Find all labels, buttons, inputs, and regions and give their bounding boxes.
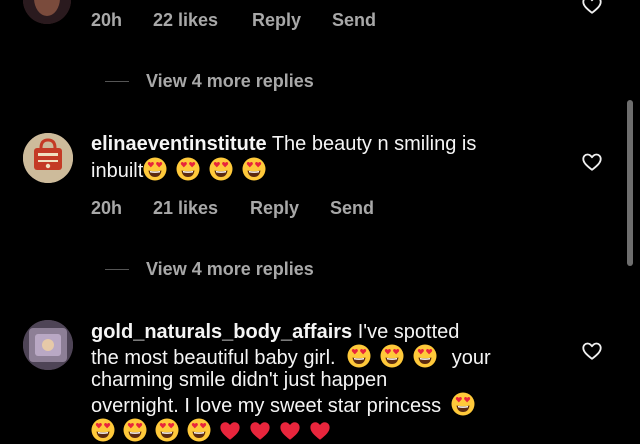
red-heart-icon bbox=[309, 420, 331, 442]
send-button[interactable]: Send bbox=[330, 198, 374, 219]
avatar[interactable] bbox=[23, 320, 73, 370]
comment-likes[interactable]: 22 likes bbox=[153, 10, 218, 31]
view-replies-button[interactable]: View 4 more replies bbox=[105, 71, 365, 93]
comment-text: I've spotted bbox=[357, 321, 460, 343]
heart-eyes-emoji-icon bbox=[242, 157, 266, 181]
red-heart-icon bbox=[249, 420, 271, 442]
comment-text: overnight. I love my sweet star princess bbox=[91, 395, 442, 417]
view-replies-label: View 4 more replies bbox=[146, 259, 314, 279]
red-heart-icon bbox=[219, 420, 241, 442]
avatar-photo bbox=[23, 0, 71, 24]
heart-eyes-emoji-icon bbox=[123, 418, 147, 442]
comment-text: your bbox=[451, 347, 491, 369]
view-replies-button[interactable]: View 4 more replies bbox=[105, 259, 365, 281]
avatar[interactable] bbox=[23, 133, 73, 183]
heart-outline-icon[interactable] bbox=[581, 151, 603, 173]
thread-line bbox=[105, 269, 129, 270]
heart-eyes-emoji-icon bbox=[143, 157, 167, 181]
comment-body: elinaeventinstitute The beauty n smiling… bbox=[91, 132, 561, 183]
avatar-logo bbox=[23, 133, 73, 183]
heart-eyes-emoji-icon bbox=[451, 392, 475, 416]
avatar[interactable] bbox=[23, 0, 71, 24]
comment-username[interactable]: elinaeventinstitute bbox=[91, 133, 267, 155]
reply-button[interactable]: Reply bbox=[250, 198, 299, 219]
heart-eyes-emoji-icon bbox=[380, 344, 404, 368]
send-button[interactable]: Send bbox=[332, 10, 376, 31]
comment-time: 20h bbox=[91, 198, 123, 218]
comment-likes[interactable]: 21 likes bbox=[153, 198, 218, 219]
heart-outline-icon[interactable] bbox=[581, 340, 603, 362]
heart-eyes-emoji-icon bbox=[187, 418, 211, 442]
comment-text: The beauty n smiling is bbox=[271, 133, 477, 155]
comment-meta: 20h 21 likes Reply Send bbox=[91, 198, 411, 220]
comment-text: charming smile didn't just happen bbox=[91, 369, 388, 391]
heart-outline-icon[interactable] bbox=[581, 0, 603, 16]
red-heart-icon bbox=[279, 420, 301, 442]
heart-eyes-emoji-icon bbox=[176, 157, 200, 181]
thread-line bbox=[105, 81, 129, 82]
avatar-photo bbox=[23, 320, 73, 370]
comment-time: 20h bbox=[91, 10, 123, 30]
comment-body: gold_naturals_body_affairs I've spotted … bbox=[91, 320, 561, 442]
scrollbar[interactable] bbox=[627, 100, 633, 266]
heart-eyes-emoji-icon bbox=[155, 418, 179, 442]
heart-eyes-emoji-icon bbox=[209, 157, 233, 181]
comment-username[interactable]: gold_naturals_body_affairs bbox=[91, 321, 352, 343]
heart-eyes-emoji-icon bbox=[91, 418, 115, 442]
view-replies-label: View 4 more replies bbox=[146, 71, 314, 91]
comment-text: the most beautiful baby girl. bbox=[91, 347, 336, 369]
heart-eyes-emoji-icon bbox=[413, 344, 437, 368]
heart-eyes-emoji-icon bbox=[347, 344, 371, 368]
comment-text: inbuilt bbox=[91, 160, 144, 182]
reply-button[interactable]: Reply bbox=[252, 10, 301, 31]
comment-meta: 20h 22 likes Reply Send bbox=[91, 10, 411, 32]
